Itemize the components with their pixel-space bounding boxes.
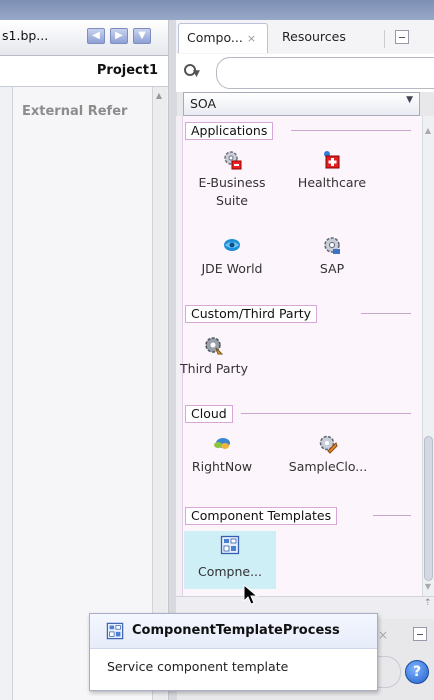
scroll-right-button[interactable]: ▶ <box>110 28 128 44</box>
palette-item-rightnow[interactable]: RightNow <box>176 432 268 494</box>
section-custom-third-party[interactable]: Custom/Third Party <box>185 305 411 323</box>
palette-scroll-thumb[interactable] <box>424 436 433 581</box>
component-template-icon <box>106 622 124 640</box>
palette-item-label: SAP <box>319 261 345 276</box>
palette-item-label: E-Business Suite <box>198 175 266 208</box>
scroll-up-icon[interactable]: ▲ <box>152 91 166 100</box>
close-icon[interactable]: × <box>378 628 388 642</box>
palette-item-label: Third Party <box>180 361 248 376</box>
category-select-value: SOA <box>190 96 217 111</box>
tab-resources[interactable]: Resources <box>274 23 384 53</box>
healthcare-icon <box>324 151 340 169</box>
palette-item-ebusiness-suite[interactable]: E-Business Suite <box>186 148 278 210</box>
scroll-left-button[interactable]: ◀ <box>87 28 105 44</box>
tooltip-title: ComponentTemplateProcess <box>132 623 340 638</box>
minimize-button[interactable] <box>395 30 409 44</box>
palette-item-label: RightNow <box>191 459 253 474</box>
palette-item-healthcare[interactable]: Healthcare <box>286 148 378 210</box>
help-button[interactable]: ? <box>405 660 429 684</box>
chevron-down-icon: ▼ <box>138 30 146 41</box>
section-divider <box>361 313 411 314</box>
rightnow-icon <box>214 438 230 449</box>
category-select[interactable]: SOA ▼ <box>183 92 420 116</box>
section-label: Custom/Third Party <box>185 305 318 323</box>
section-label: Component Templates <box>185 507 338 525</box>
external-references-label: External Refer <box>22 104 128 119</box>
section-component-templates[interactable]: Component Templates <box>185 507 411 525</box>
chevron-down-icon: ▼ <box>406 95 413 105</box>
section-applications[interactable]: Applications <box>185 122 411 140</box>
scroll-up-icon[interactable]: ▲ <box>422 126 434 135</box>
palette-item-label: Healthcare <box>297 175 367 190</box>
palette-item-label: JDE World <box>201 261 263 276</box>
project-header: Project1 <box>0 56 168 87</box>
third-party-icon <box>205 337 224 355</box>
palette-item-sap[interactable]: SAP <box>286 234 378 296</box>
tab-list-button[interactable]: ▼ <box>133 28 151 44</box>
editor-tab[interactable]: s1.bp... <box>2 28 48 43</box>
palette-item-sample-cloud[interactable]: SampleClo... <box>282 432 374 494</box>
palette-item-jde-world[interactable]: JDE World <box>186 234 278 296</box>
tooltip-description: Service component template <box>107 659 289 674</box>
tab-components-label: Compo... <box>187 30 243 45</box>
scroll-down-icon[interactable]: ▼ <box>422 582 434 591</box>
component-tooltip: ComponentTemplateProcess Service compone… <box>89 613 378 691</box>
mouse-cursor-icon <box>243 584 259 605</box>
component-template-icon <box>220 535 240 555</box>
expand-icon[interactable]: ⇡ <box>424 598 432 608</box>
jde-world-icon <box>224 239 240 251</box>
section-divider <box>241 413 411 414</box>
tab-separator <box>384 30 385 48</box>
window-top-strip <box>0 0 434 20</box>
minimize-button[interactable] <box>413 627 427 641</box>
palette-item-label: SampleClo... <box>288 459 368 474</box>
sample-cloud-icon <box>319 435 338 454</box>
section-cloud[interactable]: Cloud <box>185 405 411 423</box>
gear-red-icon <box>224 151 242 170</box>
close-icon[interactable]: × <box>247 32 256 45</box>
sap-gear-icon <box>324 237 340 254</box>
section-label: Cloud <box>185 405 233 423</box>
section-divider <box>373 515 411 516</box>
canvas-scrollbar[interactable] <box>152 87 167 700</box>
palette-item-label: Compne... <box>197 564 263 579</box>
palette-item-component-template[interactable]: Compne... <box>184 531 276 589</box>
section-label: Applications <box>185 122 274 140</box>
section-divider <box>291 130 411 131</box>
arrow-left-icon: ◀ <box>92 30 100 41</box>
tab-components[interactable]: Compo... × <box>178 23 268 53</box>
palette-item-third-party[interactable]: Third Party <box>168 334 260 396</box>
palette-search-input[interactable] <box>216 57 434 89</box>
external-references-lane <box>12 87 154 700</box>
arrow-right-icon: ▶ <box>115 30 123 41</box>
project-title: Project1 <box>96 63 158 78</box>
search-icon[interactable]: ▼ <box>182 62 204 80</box>
